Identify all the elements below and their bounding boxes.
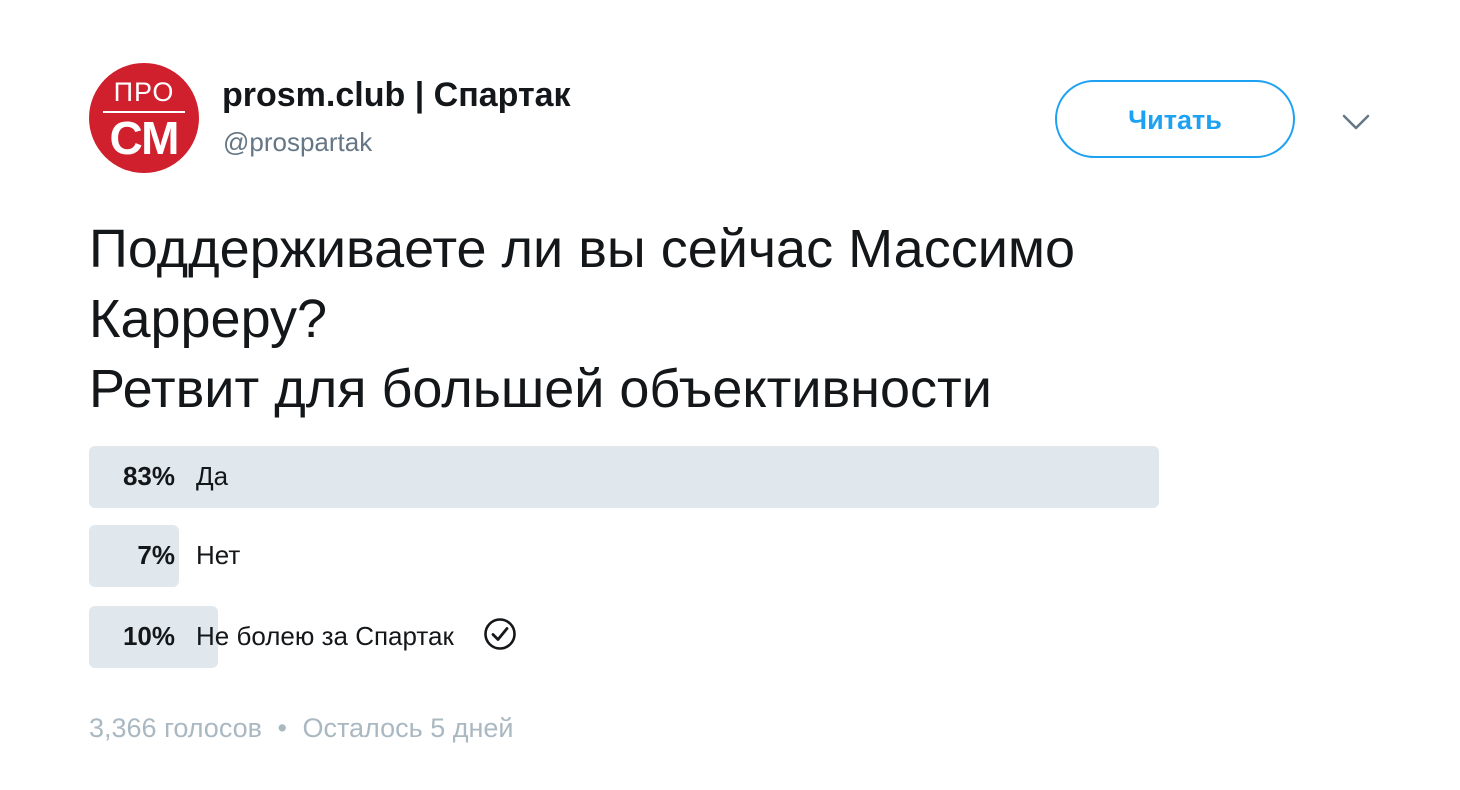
poll-option-yes: 83% Да: [89, 446, 1159, 508]
follow-button[interactable]: Читать: [1055, 80, 1295, 158]
vote-count: 3,366 голосов: [89, 713, 262, 743]
tweet-text: Поддерживаете ли вы сейчас Массимо Карре…: [89, 214, 1349, 424]
poll-percent: 83%: [122, 461, 175, 491]
poll-option-label: Не болею за Спартак: [196, 621, 454, 651]
poll-percent: 10%: [122, 621, 175, 651]
poll-option-label: Нет: [196, 540, 241, 570]
check-circle-icon: [484, 618, 516, 650]
poll-result-bar: [89, 446, 1159, 508]
tweet-text-line: Карреру?: [89, 289, 328, 349]
avatar[interactable]: ПРО СМ: [89, 63, 199, 173]
avatar-bottom-text: СМ: [109, 112, 180, 164]
poll-option-label: Да: [196, 461, 229, 491]
tweet-card: ПРО СМ prosm.club | Спартак @prospartak …: [0, 0, 1460, 790]
tweet-text-line: Поддерживаете ли вы сейчас Массимо: [89, 219, 1076, 279]
user-handle[interactable]: @prospartak: [223, 127, 372, 158]
poll-option-not-fan: 10% Не болею за Спартак: [89, 606, 1159, 668]
avatar-top-text: ПРО: [113, 77, 175, 107]
display-name[interactable]: prosm.club | Спартак: [222, 76, 571, 115]
separator-dot: •: [277, 713, 287, 743]
poll-option-label-wrap: Не болею за Спартак: [196, 618, 517, 655]
poll-percent: 7%: [137, 540, 175, 570]
time-remaining: Осталось 5 дней: [302, 713, 514, 743]
poll-option-no: 7% Нет: [89, 525, 1159, 587]
chevron-down-icon[interactable]: [1338, 108, 1374, 136]
tweet-text-line: Ретвит для большей объективности: [89, 359, 992, 419]
poll-footer: 3,366 голосов • Осталось 5 дней: [89, 713, 513, 744]
